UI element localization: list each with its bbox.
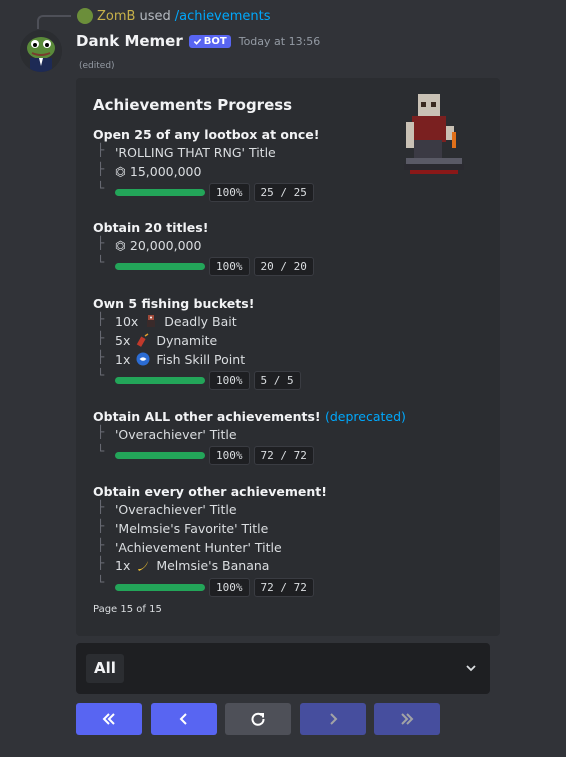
reward-text: ⏣ 20,000,000 [115,238,202,253]
fish-skill-point-icon [136,352,150,366]
progress-count: 20 / 20 [253,257,314,277]
achievement-item: Obtain ALL other achievements! (deprecat… [93,407,406,467]
reward-text: Dynamite [156,332,218,348]
select-value[interactable]: All [86,654,124,683]
reward-text: 'ROLLING THAT RNG' Title [115,145,276,160]
dynamite-icon [137,333,149,347]
category-select[interactable]: All [76,643,490,694]
replied-user-avatar[interactable] [77,8,93,24]
reward-qty: 5x [115,332,131,348]
verified-check-icon [193,38,202,45]
progress-bar [115,263,205,271]
achievement-title: Obtain ALL other achievements! (deprecat… [93,407,406,426]
reward-qty: 1x [115,351,131,367]
reward-text: Deadly Bait [164,314,237,329]
achievement-item: Own 5 fishing buckets! ├ 10x Deadly Bait … [93,294,301,391]
progress-bar [115,452,205,460]
reward-text: 'Melmsie's Favorite' Title [115,520,269,536]
chevron-down-icon[interactable] [464,661,478,675]
refresh-icon [251,712,265,726]
progress-row: └ 100% 25 / 25 [93,181,319,204]
achievement-title-text: Obtain ALL other achievements! [93,409,321,424]
reward-text: 'Overachiever' Title [115,427,237,442]
progress-row: └ 100% 20 / 20 [93,255,314,278]
deprecated-label: (deprecated) [324,409,406,424]
reward-text: ⏣ 15,000,000 [115,163,202,179]
reward-line: ├ ⏣ 20,000,000 [97,236,202,253]
achievement-title: Open 25 of any lootbox at once! [93,127,320,142]
reward-line: ├ 'Overachiever' Title [97,425,237,442]
reward-line: ├ 'Overachiever' Title [97,500,237,517]
reward-text: 'Overachiever' Title [115,502,237,517]
achievement-title: Obtain 20 titles! [93,220,209,235]
next-page-button[interactable] [300,703,366,735]
embed-footer: Page 15 of 15 [93,604,162,615]
reward-line: ├ 10x Deadly Bait [97,312,237,329]
banana-icon [138,561,149,572]
author-name[interactable]: Dank Memer [76,32,183,50]
progress-percent: 100% [209,183,250,203]
reward-text: 'Achievement Hunter' Title [115,539,282,555]
progress-percent: 100% [209,257,250,277]
chevron-left-icon [179,713,187,725]
chevron-right-icon [330,713,338,725]
reward-line: ├ 1x Melmsie's Banana [97,556,270,574]
reward-qty: 1x [115,558,131,574]
bot-badge: BOT [188,34,231,48]
progress-percent: 100% [209,370,250,390]
achievement-item: Open 25 of any lootbox at once! ├ 'ROLLIN… [93,125,319,204]
edited-marker: (edited) [79,61,115,71]
progress-percent: 100% [209,577,250,597]
reward-line: ├ 1x Fish Skill Point [97,349,246,367]
bot-avatar[interactable] [20,30,62,72]
double-chevron-left-icon [102,713,115,725]
achievement-title: Obtain every other achievement! [93,484,327,499]
achievement-title: Own 5 fishing buckets! [93,296,255,311]
achievements-embed: Achievements Progress Open 25 of any loo… [76,78,500,636]
reward-text: Fish Skill Point [156,351,246,367]
reply-context[interactable]: ZomB used /achievements [77,8,271,24]
progress-count: 72 / 72 [253,446,314,466]
slash-command[interactable]: /achievements [175,9,271,24]
progress-bar [115,583,205,591]
progress-bar [115,189,205,197]
progress-bar [115,376,205,384]
progress-row: └ 100% 5 / 5 [93,368,301,391]
reward-line: ├ 'ROLLING THAT RNG' Title [97,143,276,160]
timestamp[interactable]: Today at 13:56 [239,35,321,48]
replied-username[interactable]: ZomB [97,9,135,24]
progress-count: 25 / 25 [253,183,314,203]
achievement-item: Obtain 20 titles! ├ ⏣ 20,000,000 └ 100% 2… [93,218,314,278]
previous-page-button[interactable] [151,703,217,735]
reward-line: ├ 'Achievement Hunter' Title [97,537,282,555]
achievement-item: Obtain every other achievement! ├ 'Overac… [93,482,327,598]
progress-count: 72 / 72 [253,577,314,597]
last-page-button[interactable] [374,703,440,735]
progress-count: 5 / 5 [253,370,301,390]
progress-row: └ 100% 72 / 72 [93,444,406,467]
embed-title: Achievements Progress [93,96,293,114]
reward-text: Melmsie's Banana [156,558,270,574]
first-page-button[interactable] [76,703,142,735]
progress-row: └ 100% 72 / 72 [93,575,327,598]
bot-badge-label: BOT [203,35,227,47]
progress-percent: 100% [209,446,250,466]
embed-thumbnail[interactable] [404,92,464,180]
reward-qty: 10x [115,314,139,329]
reward-line: ├ 'Melmsie's Favorite' Title [97,518,269,536]
reply-connector [37,15,71,29]
refresh-button[interactable] [225,703,291,735]
double-chevron-right-icon [401,713,414,725]
reply-used-text: used [139,8,171,24]
reward-line: ├ 5x Dynamite [97,330,218,348]
deadly-bait-icon [147,315,156,327]
reward-line: ├ ⏣ 15,000,000 [97,161,202,179]
